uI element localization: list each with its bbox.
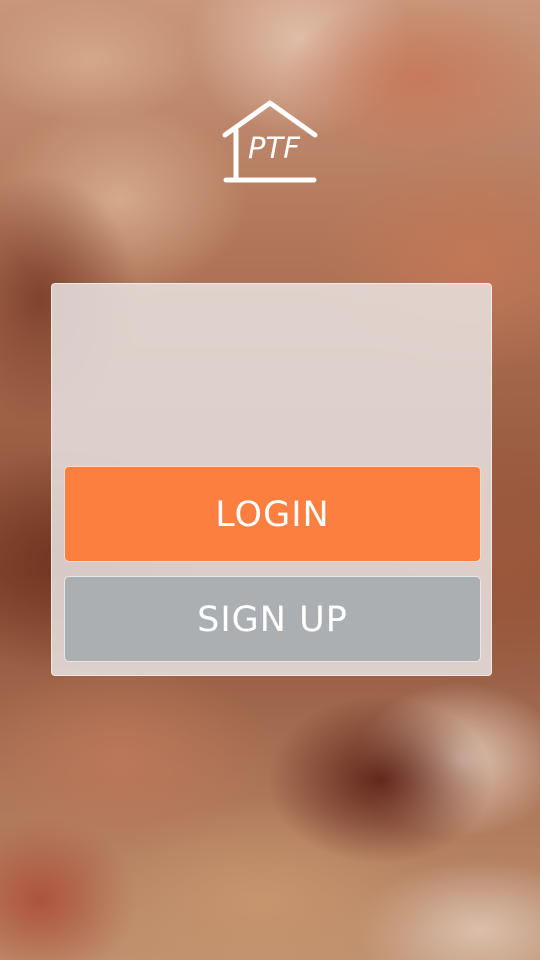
app-logo: PTF bbox=[222, 98, 318, 186]
auth-panel: LOGIN SIGN UP bbox=[51, 283, 492, 676]
login-button[interactable]: LOGIN bbox=[64, 466, 481, 562]
logo-text: PTF bbox=[248, 131, 300, 165]
signup-button[interactable]: SIGN UP bbox=[64, 576, 481, 662]
login-screen: PTF LOGIN SIGN UP bbox=[0, 0, 540, 960]
